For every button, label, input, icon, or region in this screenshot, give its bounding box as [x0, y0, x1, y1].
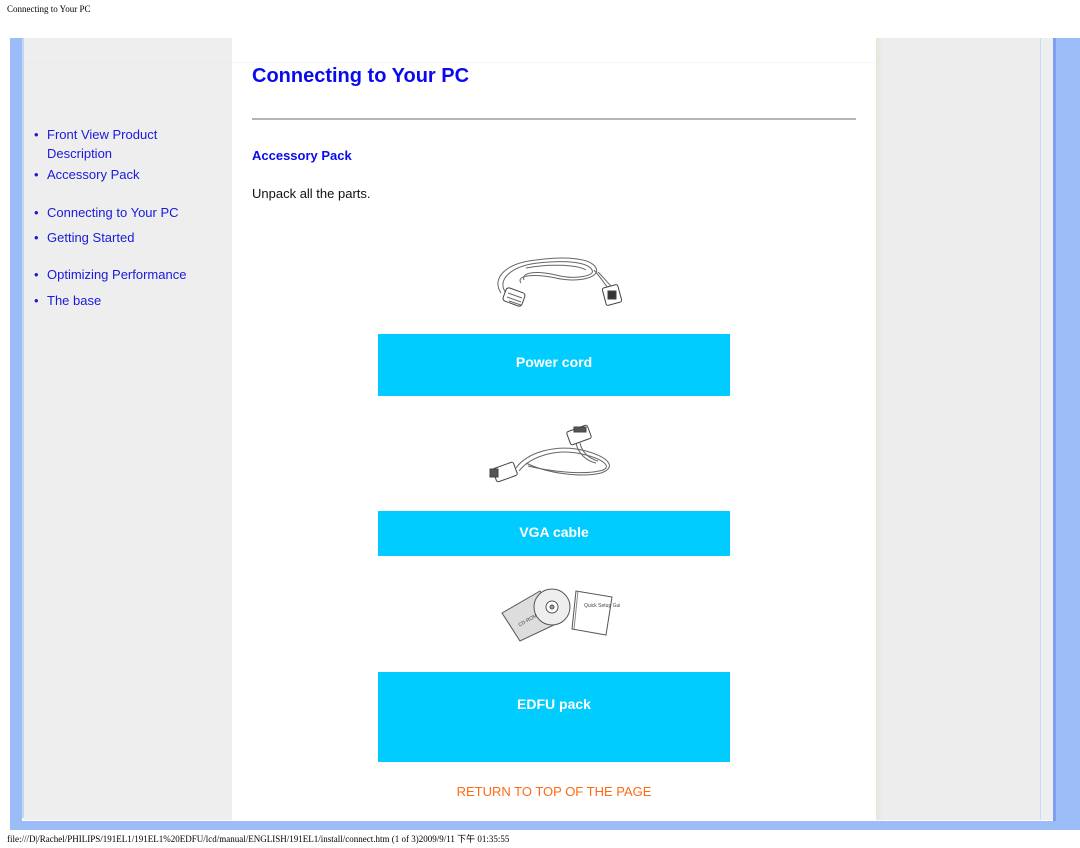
- sidebar-item-the-base[interactable]: • The base: [34, 291, 224, 310]
- right-panel: [876, 38, 1041, 820]
- bullet-icon: •: [34, 205, 39, 220]
- left-frame-border: [10, 38, 22, 821]
- sidebar-divider: [24, 62, 232, 63]
- main-content: Connecting to Your PC Accessory Pack Unp…: [232, 38, 876, 820]
- return-to-top-link[interactable]: RETURN TO TOP OF THE PAGE: [232, 784, 876, 799]
- section-heading: Accessory Pack: [252, 148, 352, 163]
- page-header-title: Connecting to Your PC: [7, 4, 91, 14]
- sidebar-item-optimizing[interactable]: • Optimizing Performance: [34, 265, 224, 284]
- power-cord-label: Power cord: [378, 334, 730, 396]
- right-panel-shadow: [876, 38, 884, 820]
- bottom-frame-border: [10, 821, 1080, 830]
- sidebar-item-label[interactable]: Connecting to Your PC: [47, 203, 224, 222]
- sidebar-item-label[interactable]: The base: [47, 291, 224, 310]
- bullet-icon: •: [34, 230, 39, 245]
- vga-cable-label: VGA cable: [378, 511, 730, 556]
- right-gap: [1041, 38, 1053, 820]
- bullet-icon: •: [34, 167, 39, 182]
- bullet-icon: •: [34, 127, 39, 142]
- sidebar-item-accessory-pack[interactable]: • Accessory Pack: [34, 165, 224, 184]
- page-frame: • Front View Product Description • Acces…: [0, 38, 1080, 830]
- power-cord-icon: [497, 257, 623, 307]
- sidebar: • Front View Product Description • Acces…: [24, 38, 232, 820]
- sidebar-item-front-view[interactable]: • Front View Product Description: [34, 125, 224, 163]
- intro-text: Unpack all the parts.: [252, 186, 371, 201]
- edfu-pack-label: EDFU pack: [378, 672, 730, 762]
- quick-setup-guide-text: Quick Setup Guide: [584, 603, 620, 609]
- right-frame-border: [1053, 38, 1080, 830]
- main-divider-top: [232, 62, 876, 63]
- page-title: Connecting to Your PC: [252, 65, 470, 87]
- sidebar-item-label[interactable]: Optimizing Performance: [47, 265, 224, 284]
- bullet-icon: •: [34, 267, 39, 282]
- page-footer-path: file:///D|/Rachel/PHILIPS/191EL1/191EL1%…: [7, 834, 510, 844]
- sidebar-item-label[interactable]: Getting Started: [47, 228, 224, 247]
- sidebar-item-label[interactable]: Accessory Pack: [47, 165, 224, 184]
- edfu-pack-icon: CD-ROM Quick Setup Guide: [501, 588, 620, 642]
- sidebar-item-getting-started[interactable]: • Getting Started: [34, 228, 224, 247]
- sidebar-item-label[interactable]: Front View Product Description: [47, 125, 177, 163]
- bullet-icon: •: [34, 293, 39, 308]
- horizontal-rule: [252, 118, 856, 120]
- sidebar-item-connecting[interactable]: • Connecting to Your PC: [34, 203, 224, 222]
- vga-cable-icon: [489, 424, 610, 483]
- right-frame-border-edge: [1053, 38, 1056, 821]
